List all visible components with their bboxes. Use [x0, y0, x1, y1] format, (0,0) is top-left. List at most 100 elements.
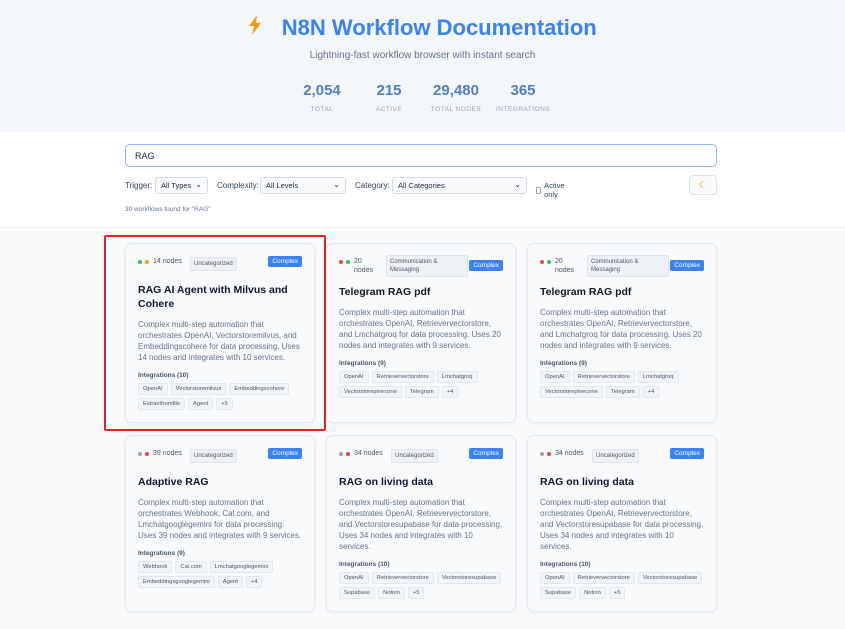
status-dots	[339, 452, 350, 456]
card-title[interactable]: Telegram RAG pdf	[339, 285, 503, 299]
integration-tag: Lmchatgroq	[436, 371, 478, 383]
integrations-label: Integrations (10)	[339, 561, 390, 568]
card-title[interactable]: RAG on living data	[540, 475, 704, 489]
theme-toggle-button[interactable]: ☾	[689, 175, 717, 195]
status-dots	[138, 260, 149, 264]
integration-more-tag: +4	[441, 386, 459, 398]
category-select[interactable]: All Categories ⌄	[392, 177, 527, 194]
status-dots	[339, 260, 350, 264]
node-count: 39 nodes	[153, 450, 182, 457]
card-description: Complex multi-step automation that orche…	[540, 308, 702, 350]
status-dot	[547, 260, 551, 264]
chevron-down-icon: ⌄	[333, 180, 340, 189]
complexity-select[interactable]: All Levels ⌄	[260, 177, 346, 194]
card-description: Complex multi-step automation that orche…	[339, 498, 503, 551]
card-title[interactable]: Telegram RAG pdf	[540, 285, 704, 299]
card-meta: 20 nodes Communication & Messaging Compl…	[540, 255, 704, 279]
status-dot	[547, 452, 551, 456]
integration-tags: OpenAI Retrievervectorstore Vectorstores…	[540, 572, 704, 599]
workflow-card[interactable]: 34 nodes Uncategorized Complex RAG on li…	[326, 435, 516, 612]
integration-tag: Retrievervectorstore	[572, 371, 635, 383]
integrations-label: Integrations (10)	[540, 561, 591, 568]
workflow-card[interactable]: 39 nodes Uncategorized Complex Adaptive …	[125, 435, 315, 612]
card-description: Complex multi-step automation that orche…	[540, 498, 704, 551]
stat-integrations: 365 INTEGRATIONS	[490, 82, 557, 113]
integration-tag: Vectorstoresupabase	[637, 572, 703, 584]
integration-tag: Webhook	[138, 561, 173, 573]
stat-total-nodes: 29,480 TOTAL NODES	[423, 82, 490, 113]
status-dots	[138, 452, 149, 456]
complexity-select-value: All Levels	[266, 181, 299, 190]
integration-tag: Extractfromfile	[138, 398, 186, 410]
node-count: 34 nodes	[555, 450, 584, 457]
integration-tags: OpenAI Retrievervectorstore Vectorstores…	[339, 572, 503, 599]
integration-tag: Vectorstorepinecone	[339, 386, 402, 398]
active-only-label: Active only	[544, 181, 565, 199]
integration-tag: Retrievervectorstore	[572, 572, 635, 584]
integration-tag: Embeddingsgooglegemini	[138, 576, 215, 588]
card-meta: 34 nodes Uncategorized Complex	[540, 447, 704, 471]
integration-tags: Webhook Cal.com Lmchatgooglegemini Embed…	[138, 561, 302, 588]
integration-tag: Embeddingscohere	[229, 383, 290, 395]
stat-total: 2,054 TOTAL	[289, 82, 356, 113]
category-badge: Uncategorized	[190, 257, 237, 271]
stat-active: 215 ACTIVE	[356, 82, 423, 113]
status-dot	[540, 260, 544, 264]
status-dot	[346, 452, 350, 456]
node-count: 34 nodes	[354, 450, 383, 457]
status-dot	[138, 452, 142, 456]
status-dot	[346, 260, 350, 264]
workflow-card[interactable]: 20 nodes Communication & Messaging Compl…	[527, 243, 717, 423]
active-only-checkbox[interactable]	[536, 186, 542, 194]
integration-more-tag: +5	[407, 587, 425, 599]
workflow-card[interactable]: 34 nodes Uncategorized Complex RAG on li…	[527, 435, 717, 612]
integration-more-tag: +4	[245, 576, 263, 588]
card-description: Complex multi-step automation that orche…	[138, 498, 302, 540]
card-description: Complex multi-step automation that orche…	[138, 320, 300, 362]
stats-bar: 2,054 TOTAL 215 ACTIVE 29,480 TOTAL NODE…	[0, 82, 845, 113]
status-dot	[145, 260, 149, 264]
lightning-bolt-icon	[248, 15, 268, 40]
moon-icon: ☾	[698, 180, 708, 190]
status-dot	[339, 452, 343, 456]
node-count: 20 nodes	[555, 258, 575, 274]
complexity-badge: Complex	[670, 448, 704, 459]
integration-tag: Lmchatgroq	[637, 371, 679, 383]
integration-more-tag: +4	[642, 386, 660, 398]
header-section: N8N Workflow Documentation Lightning-fas…	[0, 0, 845, 132]
card-title[interactable]: RAG AI Agent with Milvus and Cohere	[138, 283, 302, 311]
card-title[interactable]: Adaptive RAG	[138, 475, 302, 489]
controls-section: Trigger: All Types ⌄ Complexity: All Lev…	[0, 132, 845, 228]
category-badge: Communication & Messaging	[386, 255, 468, 277]
integration-tag: Retrievervectorstore	[371, 572, 434, 584]
integration-tag: Retrievervectorstore	[371, 371, 434, 383]
integration-tag: Vectorstorepinecone	[540, 386, 603, 398]
integrations-label: Integrations (9)	[138, 550, 185, 557]
search-input[interactable]	[125, 144, 717, 167]
integration-tag: OpenAI	[540, 572, 570, 584]
card-meta: 39 nodes Uncategorized Complex	[138, 447, 302, 471]
integration-tag: Agent	[188, 398, 214, 410]
integration-tag: Agent	[217, 576, 243, 588]
integration-tags: OpenAI Retrievervectorstore Lmchatgroq V…	[339, 371, 503, 398]
page-title-text: N8N Workflow Documentation	[281, 15, 597, 40]
card-meta: 14 nodes Uncategorized Complex	[138, 255, 302, 279]
integrations-label: Integrations (9)	[540, 360, 587, 367]
stat-label: TOTAL NODES	[430, 106, 482, 113]
card-meta: 34 nodes Uncategorized Complex	[339, 447, 503, 471]
card-title[interactable]: RAG on living data	[339, 475, 503, 489]
trigger-filter-label: Trigger:	[125, 181, 153, 190]
complexity-badge: Complex	[469, 448, 503, 459]
workflow-card[interactable]: 14 nodes Uncategorized Complex RAG AI Ag…	[125, 243, 315, 423]
complexity-badge: Complex	[268, 256, 302, 267]
status-dots	[540, 260, 551, 264]
integration-tag: Telegram	[605, 386, 640, 398]
integration-tag: Vectorstoremilvus	[170, 383, 227, 395]
trigger-select[interactable]: All Types ⌄	[155, 177, 208, 194]
workflow-card[interactable]: 20 nodes Communication & Messaging Compl…	[326, 243, 516, 423]
node-count: 20 nodes	[354, 258, 374, 274]
active-only-toggle[interactable]: Active only	[536, 181, 566, 199]
integrations-label: Integrations (9)	[339, 360, 386, 367]
status-dot	[339, 260, 343, 264]
status-dot	[540, 452, 544, 456]
